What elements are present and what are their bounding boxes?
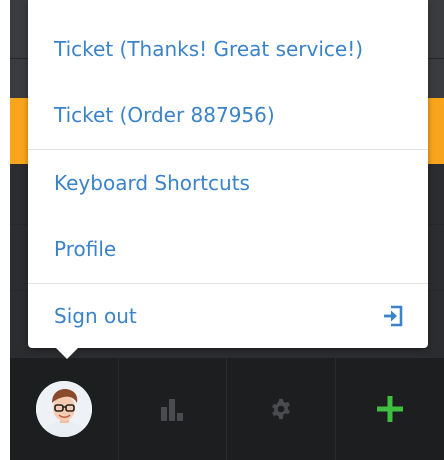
avatar-button[interactable] [10,358,119,460]
menu-item-label: Ticket (Order 887956) [54,103,275,127]
settings-button[interactable] [227,358,336,460]
sign-out-icon [384,305,403,327]
menu-item-ticket-thanks[interactable]: Ticket (Thanks! Great service!) [28,16,428,82]
menu-item-label: Keyboard Shortcuts [54,171,250,195]
menu-item-ticket-order[interactable]: Ticket (Order 887956) [28,82,428,148]
menu-item-label: Sign out [54,304,137,328]
menu-item-profile[interactable]: Profile [28,216,428,282]
stats-button[interactable] [119,358,227,460]
menu-item-label: Ticket (Thanks! Great service!) [54,37,364,61]
menu-caret [56,348,78,359]
menu-item-label: Profile [54,237,117,261]
gear-icon [271,398,290,420]
plus-icon [376,396,403,422]
add-button[interactable] [336,358,444,460]
user-dropdown-menu: Ticket (Thanks! Great service!) Ticket (… [28,0,428,348]
stats-bar-chart-icon [161,399,184,421]
menu-item-sign-out[interactable]: Sign out [28,284,428,348]
menu-item-keyboard-shortcuts[interactable]: Keyboard Shortcuts [28,150,428,216]
user-avatar[interactable] [35,381,92,437]
bottom-navigation-bar [10,358,444,460]
